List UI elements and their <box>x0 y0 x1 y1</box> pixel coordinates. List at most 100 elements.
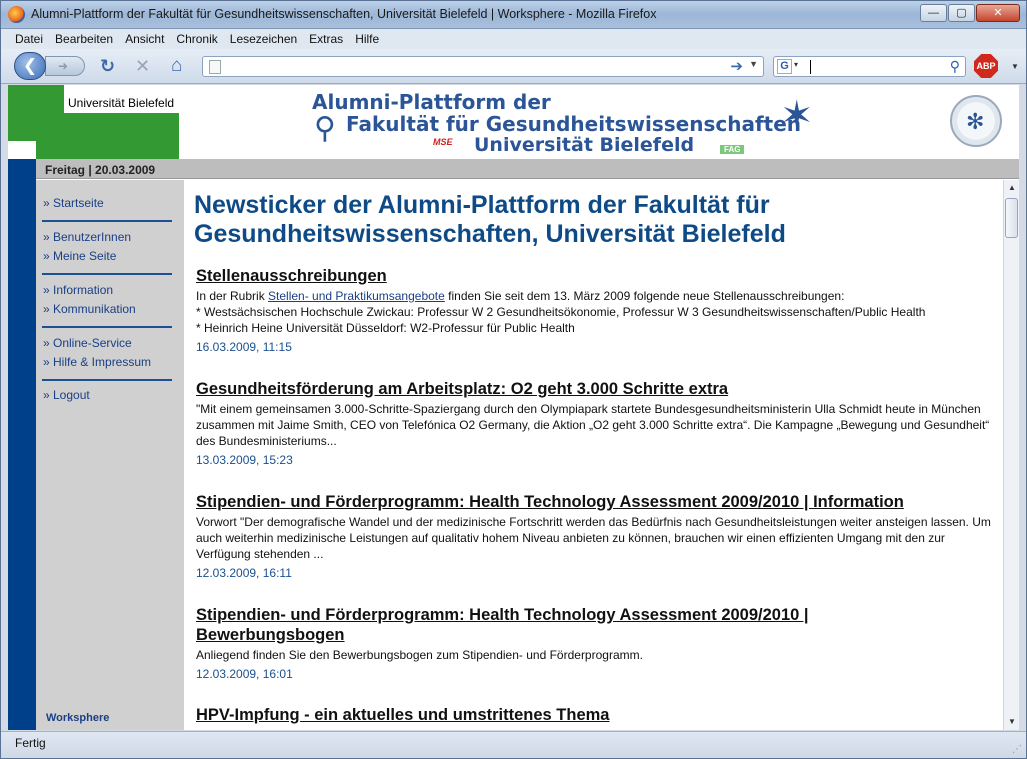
vertical-scrollbar[interactable]: ▲ ▼ <box>1003 180 1019 730</box>
adblock-plus-icon[interactable]: ABP <box>974 54 998 78</box>
minimize-button[interactable]: — <box>920 4 947 22</box>
reload-icon[interactable]: ↻ <box>100 57 115 75</box>
search-icon[interactable]: ⚲ <box>950 58 960 75</box>
banner-line-1: Alumni-Plattform der <box>312 90 551 114</box>
mse-label: MSE <box>433 137 453 147</box>
nav-divider <box>42 379 172 381</box>
sidebar-item-kommunikation[interactable]: » Kommunikation <box>43 300 171 319</box>
menu-datei[interactable]: Datei <box>9 29 49 49</box>
nav-group-info: » Information » Kommunikation <box>43 281 171 319</box>
fag-label: FAG <box>720 145 745 154</box>
search-bar[interactable]: G ▾ ⚲ <box>773 56 966 77</box>
sidebar-item-meine-seite[interactable]: » Meine Seite <box>43 247 171 266</box>
current-date: Freitag | 20.03.2009 <box>45 163 156 177</box>
title-bar[interactable]: Alumni-Plattform der Fakultät für Gesund… <box>1 1 1026 29</box>
forward-icon: ➜ <box>58 59 69 73</box>
sidebar-footer[interactable]: Worksphere <box>46 712 109 724</box>
main-content: Newsticker der Alumni-Plattform der Faku… <box>194 191 1000 730</box>
news-item-title[interactable]: Stellenausschreibungen <box>196 266 996 286</box>
news-item: HPV-Impfung - ein aktuelles und umstritt… <box>196 705 996 725</box>
news-item-date: 12.03.2009, 16:11 <box>196 566 292 580</box>
go-icon[interactable]: ➔ <box>730 57 743 75</box>
banner-line-3: Universität Bielefeld <box>474 134 695 156</box>
menu-chronik[interactable]: Chronik <box>170 29 223 49</box>
news-item-date: 13.03.2009, 15:23 <box>196 453 293 467</box>
maximize-button[interactable]: ▢ <box>948 4 975 22</box>
url-bar[interactable]: ➔ ▼ <box>202 56 764 77</box>
menu-extras[interactable]: Extras <box>303 29 349 49</box>
news-item-body: In der Rubrik Stellen- und Praktikumsang… <box>196 288 996 336</box>
navigation-toolbar: ➜ ❮ ↻ ✕ ⌂ ➔ ▼ G ▾ ⚲ ABP ▼ <box>1 49 1026 84</box>
page-title-line-2: Gesundheitswissenschaften, Universität B… <box>194 220 786 248</box>
seal-figures-icon: ✻ <box>966 109 985 134</box>
browser-window: Alumni-Plattform der Fakultät für Gesund… <box>0 0 1027 759</box>
news-body-text: In der Rubrik <box>196 289 269 303</box>
nav-group-logout: » Logout <box>43 386 171 405</box>
url-dropdown-icon[interactable]: ▼ <box>749 59 758 69</box>
close-button[interactable]: ✕ <box>976 4 1020 22</box>
news-item-date: 12.03.2009, 16:01 <box>196 667 293 681</box>
nav-group-service: » Online-Service » Hilfe & Impressum <box>43 334 171 372</box>
nav-group-user: » BenutzerInnen » Meine Seite <box>43 228 171 266</box>
news-item-body: Anliegend finden Sie den Bewerbungsbogen… <box>196 648 643 662</box>
page-icon <box>209 60 221 74</box>
news-item-title[interactable]: Stipendien- und Förderprogramm: Health T… <box>196 605 856 645</box>
figure-left-icon: ⚲ <box>314 112 336 145</box>
news-item-title[interactable]: HPV-Impfung - ein aktuelles und umstritt… <box>196 705 996 725</box>
search-engine-dropdown-icon[interactable]: ▾ <box>794 60 798 69</box>
banner-line-2: Fakultät für Gesundheitswissenschaften <box>346 112 802 136</box>
faculty-seal-icon: ✻ <box>950 95 1002 147</box>
scroll-thumb[interactable] <box>1005 198 1018 238</box>
sidebar-item-startseite[interactable]: » Startseite <box>43 194 171 213</box>
scroll-down-icon[interactable]: ▼ <box>1004 714 1019 730</box>
nav-divider <box>42 220 172 222</box>
left-blue-bar <box>8 159 36 730</box>
sidebar-item-hilfe-impressum[interactable]: » Hilfe & Impressum <box>43 353 171 372</box>
window-title: Alumni-Plattform der Fakultät für Gesund… <box>31 7 657 21</box>
home-icon[interactable]: ⌂ <box>171 56 182 75</box>
menu-bearbeiten[interactable]: Bearbeiten <box>49 29 119 49</box>
news-item: Stipendien- und Förderprogramm: Health T… <box>196 492 996 580</box>
firefox-icon <box>8 6 25 23</box>
job-offers-link[interactable]: Stellen- und Praktikumsangebote <box>268 289 445 303</box>
menu-hilfe[interactable]: Hilfe <box>349 29 385 49</box>
news-item-date: 16.03.2009, 11:15 <box>196 340 292 354</box>
sidebar-item-online-service[interactable]: » Online-Service <box>43 334 171 353</box>
sidebar-item-information[interactable]: » Information <box>43 281 171 300</box>
back-button[interactable]: ❮ <box>14 52 46 80</box>
news-body-text: finden Sie seit dem 13. März 2009 folgen… <box>444 289 845 303</box>
news-item-title[interactable]: Gesundheitsförderung am Arbeitsplatz: O2… <box>196 379 996 399</box>
news-item: Stellenausschreibungen In der Rubrik Ste… <box>196 266 996 354</box>
status-text: Fertig <box>15 736 46 750</box>
university-label[interactable]: Universität Bielefeld <box>64 85 179 113</box>
sidebar: » Startseite » BenutzerInnen » Meine Sei… <box>36 180 184 730</box>
resize-grip-icon[interactable]: ⋰ <box>1012 744 1022 755</box>
scroll-up-icon[interactable]: ▲ <box>1004 180 1019 196</box>
search-input[interactable] <box>810 60 811 74</box>
menu-bar: Datei Bearbeiten Ansicht Chronik Lesezei… <box>1 29 1026 49</box>
nav-divider <box>42 326 172 328</box>
stop-icon[interactable]: ✕ <box>135 57 150 75</box>
web-page: Universität Bielefeld ⚲ Alumni-Plattform… <box>8 85 1019 730</box>
status-bar: Fertig ⋰ <box>1 731 1026 758</box>
adblock-dropdown-icon[interactable]: ▼ <box>1011 62 1019 71</box>
news-item: Gesundheitsförderung am Arbeitsplatz: O2… <box>196 379 996 467</box>
site-banner[interactable]: ⚲ Alumni-Plattform der Fakultät für Gesu… <box>308 87 814 159</box>
news-body-line: * Westsächsischen Hochschule Zwickau: Pr… <box>196 305 926 319</box>
news-body-line: * Heinrich Heine Universität Düsseldorf:… <box>196 321 575 335</box>
sidebar-item-benutzerinnen[interactable]: » BenutzerInnen <box>43 228 171 247</box>
forward-button[interactable]: ➜ <box>45 56 85 76</box>
page-title: Newsticker der Alumni-Plattform der Faku… <box>194 191 1000 249</box>
nav-group-home: » Startseite <box>43 194 171 213</box>
search-engine-icon[interactable]: G <box>777 59 792 74</box>
sidebar-item-logout[interactable]: » Logout <box>43 386 171 405</box>
page-title-line-1: Newsticker der Alumni-Plattform der Faku… <box>194 191 770 219</box>
back-icon: ❮ <box>22 56 38 75</box>
news-item: Stipendien- und Förderprogramm: Health T… <box>196 605 856 681</box>
nav-divider <box>42 273 172 275</box>
menu-ansicht[interactable]: Ansicht <box>119 29 170 49</box>
menu-lesezeichen[interactable]: Lesezeichen <box>224 29 303 49</box>
window-controls: — ▢ ✕ <box>920 4 1020 22</box>
news-item-body: Vorwort "Der demografische Wandel und de… <box>196 515 991 561</box>
news-item-title[interactable]: Stipendien- und Förderprogramm: Health T… <box>196 492 996 512</box>
